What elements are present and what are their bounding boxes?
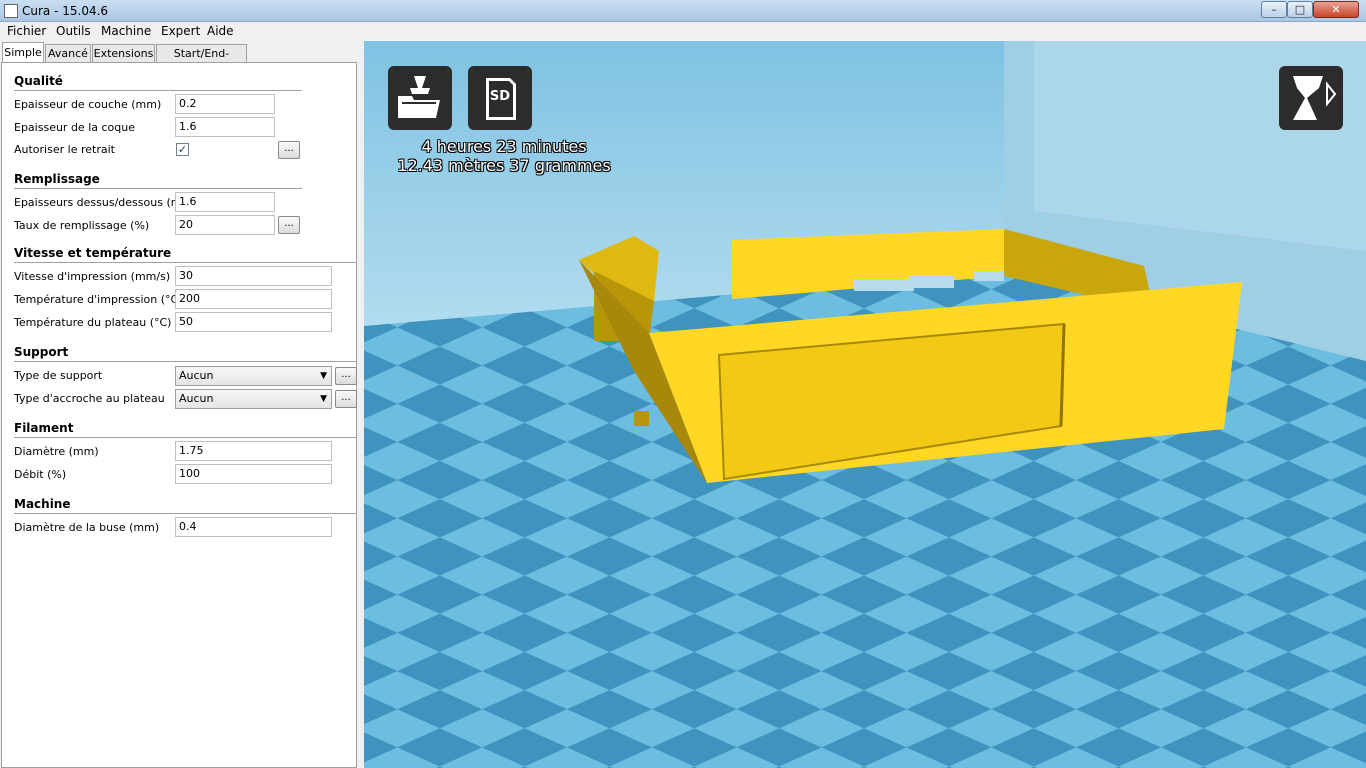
fill-density-label: Taux de remplissage (%) bbox=[14, 219, 150, 232]
tab-avance[interactable]: Avancé bbox=[45, 44, 91, 63]
fill-density-input[interactable]: 20 bbox=[175, 215, 275, 235]
support-type-select[interactable]: Aucun ▼ bbox=[175, 366, 332, 386]
diameter-label: Diamètre (mm) bbox=[14, 445, 99, 458]
settings-panel: Simple Avancé Extensions Start/End-GCode… bbox=[0, 41, 364, 768]
section-fill-title: Remplissage bbox=[14, 172, 100, 186]
menu-outils[interactable]: Outils bbox=[56, 24, 91, 38]
print-temp-input[interactable]: 200 bbox=[175, 289, 332, 309]
retraction-more-button[interactable]: ... bbox=[278, 141, 300, 159]
section-support-title: Support bbox=[14, 345, 69, 359]
section-machine-title: Machine bbox=[14, 497, 71, 511]
settings-form: Qualité Epaisseur de couche (mm) 0.2 Epa… bbox=[1, 62, 357, 768]
close-button[interactable]: ✕ bbox=[1313, 1, 1359, 18]
section-divider bbox=[14, 262, 357, 263]
section-divider bbox=[14, 361, 357, 362]
title-bar: Cura - 15.04.6 – □ ✕ bbox=[0, 0, 1366, 22]
3d-viewport[interactable]: SD 4 heures 23 minutes 12.43 mètres 37 g… bbox=[364, 41, 1366, 768]
print-time: 4 heures 23 minutes bbox=[421, 137, 587, 156]
diameter-input[interactable]: 1.75 bbox=[175, 441, 332, 461]
save-sd-button[interactable]: SD bbox=[468, 66, 532, 130]
load-model-button[interactable] bbox=[388, 66, 452, 130]
nozzle-label: Diamètre de la buse (mm) bbox=[14, 521, 160, 534]
dropdown-arrow-icon: ▼ bbox=[320, 394, 327, 404]
minimize-button[interactable]: – bbox=[1261, 1, 1287, 18]
bottom-top-label: Epaisseurs dessus/dessous (mm) bbox=[14, 196, 197, 209]
shell-thickness-label: Epaisseur de la coque bbox=[14, 121, 135, 134]
menu-expert[interactable]: Expert bbox=[161, 24, 200, 38]
tab-extensions[interactable]: Extensions bbox=[92, 44, 155, 63]
nozzle-input[interactable]: 0.4 bbox=[175, 517, 332, 537]
adhesion-more-button[interactable]: ... bbox=[335, 390, 357, 408]
shell-thickness-input[interactable]: 1.6 bbox=[175, 117, 275, 137]
flow-label: Débit (%) bbox=[14, 468, 67, 481]
tab-simple[interactable]: Simple bbox=[2, 42, 44, 63]
print-estimate: 4 heures 23 minutes 12.43 mètres 37 gram… bbox=[394, 137, 614, 175]
sd-card-label: SD bbox=[489, 89, 511, 104]
fill-density-more-button[interactable]: ... bbox=[278, 216, 300, 234]
support-type-label: Type de support bbox=[14, 369, 103, 382]
view-mode-button[interactable] bbox=[1279, 66, 1343, 130]
bottom-top-input[interactable]: 1.6 bbox=[175, 192, 275, 212]
section-divider bbox=[14, 90, 302, 91]
menu-fichier[interactable]: Fichier bbox=[7, 24, 46, 38]
dropdown-arrow-icon: ▼ bbox=[320, 371, 327, 381]
section-speed-title: Vitesse et température bbox=[14, 246, 172, 260]
app-icon bbox=[4, 4, 18, 18]
section-divider bbox=[14, 437, 357, 438]
retraction-label: Autoriser le retrait bbox=[14, 143, 115, 156]
print-speed-input[interactable]: 30 bbox=[175, 266, 332, 286]
layer-height-input[interactable]: 0.2 bbox=[175, 94, 275, 114]
adhesion-value: Aucun bbox=[179, 392, 214, 405]
maximize-button[interactable]: □ bbox=[1287, 1, 1313, 18]
bed-temp-input[interactable]: 50 bbox=[175, 312, 332, 332]
load-model-icon bbox=[398, 76, 440, 118]
bed-temp-label: Température du plateau (°C) bbox=[14, 316, 172, 329]
window-title: Cura - 15.04.6 bbox=[22, 4, 109, 18]
flow-input[interactable]: 100 bbox=[175, 464, 332, 484]
view-mode-icon bbox=[1293, 76, 1337, 120]
print-speed-label: Vitesse d'impression (mm/s) bbox=[14, 270, 171, 283]
print-temp-label: Température d'impression (°C) bbox=[14, 293, 183, 306]
menu-aide[interactable]: Aide bbox=[207, 24, 234, 38]
adhesion-select[interactable]: Aucun ▼ bbox=[175, 389, 332, 409]
menu-machine[interactable]: Machine bbox=[101, 24, 151, 38]
section-quality-title: Qualité bbox=[14, 74, 63, 88]
tab-start-end-gcode[interactable]: Start/End-GCode bbox=[156, 44, 247, 77]
support-type-value: Aucun bbox=[179, 369, 214, 382]
print-material: 12.43 mètres 37 grammes bbox=[397, 156, 611, 175]
adhesion-label: Type d'accroche au plateau bbox=[14, 392, 165, 405]
section-divider bbox=[14, 513, 357, 514]
section-filament-title: Filament bbox=[14, 421, 74, 435]
menu-bar: Fichier Outils Machine Expert Aide bbox=[0, 22, 1366, 41]
retraction-checkbox[interactable]: ✓ bbox=[176, 143, 189, 156]
section-divider bbox=[14, 188, 302, 189]
layer-height-label: Epaisseur de couche (mm) bbox=[14, 98, 162, 111]
support-type-more-button[interactable]: ... bbox=[335, 367, 357, 385]
